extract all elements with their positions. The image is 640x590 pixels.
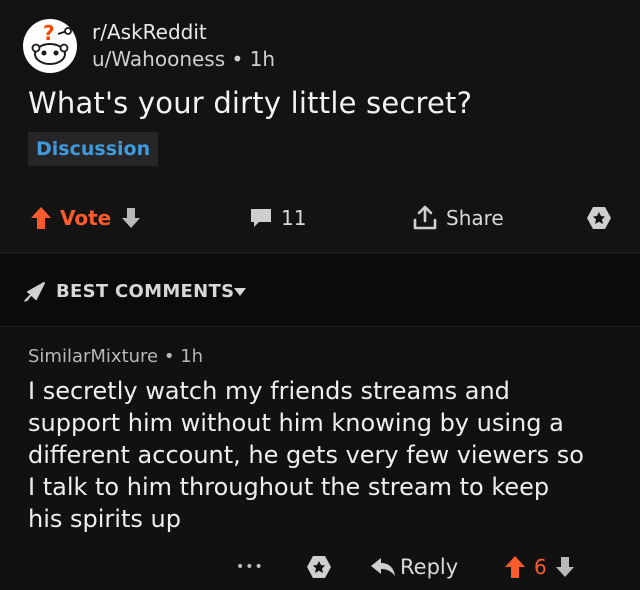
comment-score: 6: [534, 555, 547, 579]
downvote-icon[interactable]: [121, 207, 141, 229]
more-icon[interactable]: •••: [236, 545, 264, 589]
reply-icon: [371, 558, 395, 576]
comment-time: 1h: [180, 346, 204, 367]
downvote-icon[interactable]: [555, 556, 575, 578]
reply-label: Reply: [400, 555, 459, 579]
reddit-snoo-icon[interactable]: ?: [22, 18, 78, 74]
comments-button[interactable]: 11: [249, 196, 306, 240]
comment-action-bar: ••• Reply 6: [0, 545, 640, 589]
comment-line: his spirits up: [28, 505, 181, 533]
rocket-icon: [24, 282, 45, 302]
comment-line: support him without him knowing by using…: [28, 409, 564, 437]
share-button[interactable]: Share: [412, 196, 504, 240]
comment-body: I secretly watch my friends streams and …: [28, 375, 618, 535]
post-time: 1h: [249, 47, 276, 71]
post-title[interactable]: What's your dirty little secret?: [28, 86, 472, 120]
vote-label: Vote: [60, 206, 112, 230]
share-label: Share: [446, 206, 504, 230]
sort-label: BEST COMMENTS: [56, 281, 235, 302]
post-card[interactable]: ? r/AskReddit u/Wahooness • 1h What's yo…: [0, 0, 640, 252]
post-flair[interactable]: Discussion: [28, 132, 159, 166]
award-icon: [307, 556, 331, 578]
upvote-icon[interactable]: [504, 555, 526, 579]
upvote-icon[interactable]: [30, 206, 52, 230]
vote-group: Vote: [30, 196, 141, 240]
comment-line: I secretly watch my friends streams and: [28, 377, 510, 405]
post-author[interactable]: u/Wahooness: [92, 47, 225, 71]
svg-text:?: ?: [43, 21, 55, 45]
post-meta: u/Wahooness • 1h: [92, 47, 275, 71]
comment-card[interactable]: SimilarMixture • 1h I secretly watch my …: [0, 327, 640, 590]
comment-award-button[interactable]: [306, 545, 332, 589]
reply-button[interactable]: Reply: [370, 545, 458, 589]
subreddit-name[interactable]: r/AskReddit: [92, 20, 207, 44]
comment-line: I talk to him throughout the stream to k…: [28, 473, 550, 501]
comment-icon: [251, 209, 271, 227]
meta-separator: •: [231, 47, 244, 71]
award-icon: [587, 207, 611, 229]
comment-count: 11: [281, 206, 307, 230]
award-button[interactable]: [586, 196, 612, 240]
meta-separator: •: [163, 346, 175, 367]
comment-line: different account, he gets very few view…: [28, 441, 584, 469]
share-icon: [413, 205, 437, 230]
comment-meta: SimilarMixture • 1h: [28, 346, 203, 367]
comment-sort-bar[interactable]: BEST COMMENTS: [0, 254, 640, 327]
post-action-bar: Vote 11 Share: [0, 196, 640, 240]
comment-author[interactable]: SimilarMixture: [28, 346, 158, 367]
chevron-down-icon: [234, 288, 246, 296]
comment-vote-group: 6: [504, 545, 575, 589]
